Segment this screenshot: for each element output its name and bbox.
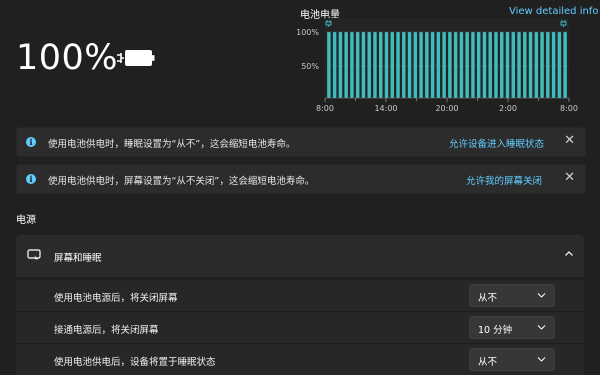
battery-bar [373, 32, 377, 98]
battery-bar [379, 32, 383, 98]
chevron-down-icon [537, 293, 546, 298]
screen-sleep-header[interactable]: 屏幕和睡眠 [16, 235, 584, 277]
setting-label: 使用电池电源后，将关闭屏幕 [54, 293, 178, 304]
battery-bar [505, 32, 510, 98]
battery-bar [523, 32, 527, 98]
dropdown-value: 10 分钟 [478, 325, 513, 336]
battery-bar [350, 32, 354, 98]
battery-bar [430, 32, 435, 98]
battery-bar [396, 32, 400, 98]
battery-percentage: 100% [16, 38, 119, 78]
section-title: 电源 [16, 215, 36, 226]
battery-bar [517, 32, 521, 98]
battery-bar [384, 32, 389, 98]
battery-bar [361, 32, 366, 98]
battery-bar [338, 32, 343, 98]
y-tick-100: 100% [296, 28, 319, 37]
battery-bar [465, 32, 469, 98]
screen-sleep-title: 屏幕和睡眠 [54, 253, 102, 264]
battery-bar [476, 32, 481, 98]
battery-bar [528, 32, 533, 98]
battery-bar [540, 32, 544, 98]
info-icon: i [26, 174, 36, 184]
battery-sleep-dropdown[interactable]: 从不 [469, 348, 555, 371]
screen-warning-banner: i 使用电池供电时，屏幕设置为“从不关闭”，这会缩短电池寿命。 允许我的屏幕关闭… [16, 164, 586, 194]
battery-bar [511, 32, 515, 98]
view-detailed-info-link[interactable]: View detailed info [509, 6, 598, 17]
x-tick-label: 8:00 [316, 104, 334, 113]
battery-charging-icon [117, 50, 155, 66]
battery-bar [390, 32, 394, 98]
battery-bar [413, 32, 418, 98]
y-tick-50: 50% [301, 62, 319, 71]
battery-bar [453, 32, 458, 98]
close-icon[interactable]: ✕ [564, 170, 575, 185]
info-icon: i [26, 137, 36, 147]
battery-level-chart: 100% 50% 8:00 14:00 20:00 2:00 8:00 [296, 18, 578, 113]
battery-sleep-row: 使用电池供电后，设备将置于睡眠状态 从不 [16, 343, 584, 375]
x-tick-label: 2:00 [499, 104, 517, 113]
battery-bar [407, 32, 412, 98]
x-tick-label: 14:00 [374, 104, 397, 113]
battery-bar [494, 32, 498, 98]
battery-screen-off-row: 使用电池电源后，将关闭屏幕 从不 [16, 279, 584, 311]
battery-bar [563, 32, 567, 98]
chevron-down-icon [537, 357, 546, 362]
x-tick-label: 20:00 [435, 104, 458, 113]
allow-sleep-link[interactable]: 允许设备进入睡眠状态 [449, 136, 544, 150]
chevron-down-icon [537, 325, 546, 330]
setting-label: 使用电池供电后，设备将置于睡眠状态 [54, 357, 216, 368]
battery-bar [459, 32, 464, 98]
screen-warning-text: 使用电池供电时，屏幕设置为“从不关闭”，这会缩短电池寿命。 [48, 176, 315, 187]
battery-bar [442, 32, 446, 98]
battery-bar [436, 32, 441, 98]
battery-bar [367, 32, 371, 98]
sleep-warning-banner: i 使用电池供电时，睡眠设置为“从不”，这会缩短电池寿命。 允许设备进入睡眠状态… [16, 127, 586, 157]
battery-bar [419, 32, 423, 98]
battery-bar [355, 32, 360, 98]
x-tick-label: 8:00 [560, 104, 578, 113]
screen-sleep-icon [27, 249, 41, 260]
battery-bar [448, 32, 452, 98]
dropdown-value: 从不 [478, 357, 498, 368]
battery-bar [546, 32, 550, 98]
setting-label: 接通电源后，将关闭屏幕 [54, 325, 159, 336]
battery-bar [344, 32, 348, 98]
battery-bar [534, 32, 539, 98]
battery-bar [402, 32, 406, 98]
battery-bar [488, 32, 492, 98]
battery-bar [557, 32, 562, 98]
battery-bar [482, 32, 487, 98]
allow-screen-off-link[interactable]: 允许我的屏幕关闭 [466, 173, 542, 187]
plugged-screen-off-row: 接通电源后，将关闭屏幕 10 分钟 [16, 311, 584, 343]
battery-bar [500, 32, 504, 98]
battery-bar [332, 32, 337, 98]
close-icon[interactable]: ✕ [564, 133, 575, 148]
battery-bar [327, 32, 331, 98]
chevron-up-icon[interactable] [564, 249, 574, 259]
battery-bar [425, 32, 429, 98]
dropdown-value: 从不 [478, 293, 498, 304]
sleep-warning-text: 使用电池供电时，睡眠设置为“从不”，这会缩短电池寿命。 [48, 139, 296, 150]
battery-bar [471, 32, 475, 98]
battery-bar [551, 32, 556, 98]
battery-screen-off-dropdown[interactable]: 从不 [469, 284, 555, 307]
plugged-screen-off-dropdown[interactable]: 10 分钟 [469, 316, 555, 339]
